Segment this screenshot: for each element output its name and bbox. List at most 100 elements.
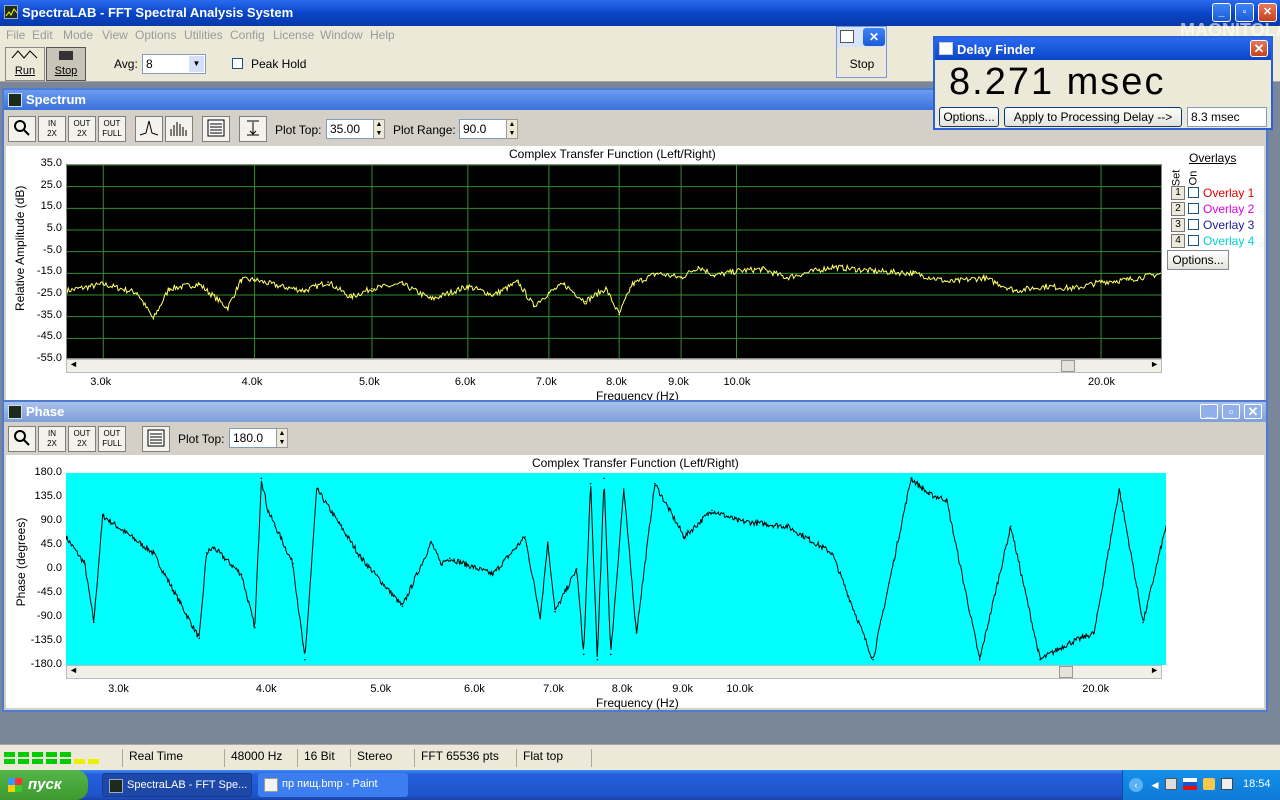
plot-top-input[interactable]: 35.00	[326, 119, 374, 139]
menu-file[interactable]: File	[6, 28, 25, 42]
app-titlebar[interactable]: SpectraLAB - FFT Spectral Analysis Syste…	[0, 0, 1280, 40]
menu-window[interactable]: Window	[320, 28, 363, 42]
bar-plot-icon[interactable]	[165, 116, 193, 142]
scroll-right-icon[interactable]: ►	[1150, 359, 1159, 369]
overlay-set-button[interactable]: 4	[1171, 234, 1185, 248]
phase-scroll-right-icon[interactable]: ►	[1150, 665, 1159, 675]
avg-select[interactable]: 8 ▼	[142, 54, 206, 74]
run-button[interactable]: Run	[5, 47, 45, 81]
data-point	[315, 488, 318, 490]
data-point	[1044, 285, 1047, 288]
x-tick-label: 3.0k	[90, 376, 112, 388]
overlay-on-checkbox[interactable]	[1188, 219, 1199, 230]
spectrum-plot[interactable]	[66, 164, 1162, 359]
zoom-out-full-icon[interactable]: OUT FULL	[98, 116, 126, 142]
data-point	[349, 296, 352, 298]
phase-scroll-thumb[interactable]	[1059, 666, 1073, 678]
spectrum-scrollbar[interactable]: ◄ ►	[66, 359, 1162, 373]
delay-finder-titlebar[interactable]: Delay Finder ✕	[935, 38, 1271, 60]
data-point	[360, 557, 363, 560]
scale-icon[interactable]	[239, 116, 267, 142]
phase-zoom-icon[interactable]	[8, 426, 36, 452]
plot-top-spinner[interactable]: ▲ ▼	[373, 119, 385, 139]
menu-edit[interactable]: Edit	[32, 28, 53, 42]
phase-plot-top-input[interactable]: 180.0	[229, 428, 277, 448]
phase-window-icon	[8, 405, 22, 419]
zoom-icon[interactable]	[8, 116, 36, 142]
security-icon[interactable]	[1203, 778, 1215, 790]
delay-finder-close-button[interactable]: ✕	[1250, 40, 1268, 57]
data-point	[872, 658, 874, 661]
phase-zoom-out-2x-icon[interactable]: OUT 2X	[68, 426, 96, 452]
menu-view[interactable]: View	[102, 28, 128, 42]
peak-hold-checkbox[interactable]	[232, 58, 243, 69]
plot-range-spinner[interactable]: ▲ ▼	[506, 119, 518, 139]
overlay-on-checkbox[interactable]	[1188, 187, 1199, 198]
data-point	[492, 573, 494, 576]
network-icon[interactable]	[1165, 778, 1177, 790]
overlay-set-button[interactable]: 2	[1171, 202, 1185, 216]
menu-config[interactable]: Config	[230, 28, 265, 42]
menu-mode[interactable]: Mode	[63, 28, 93, 42]
data-point	[609, 653, 612, 656]
data-point	[1073, 287, 1075, 290]
overlay-options-button[interactable]: Options...	[1167, 250, 1229, 270]
volume-icon[interactable]: ◄	[1149, 778, 1161, 792]
taskbar-item-paint[interactable]: пр пищ.bmp - Paint	[258, 773, 408, 797]
stop-popup-stop-button[interactable]: Stop	[843, 57, 881, 71]
tray-expand-icon[interactable]: ‹	[1129, 778, 1143, 792]
stop-button[interactable]: Stop	[46, 47, 86, 81]
overlay-set-button[interactable]: 1	[1171, 186, 1185, 200]
tray-app-icon[interactable]	[1221, 778, 1233, 790]
phase-window: Phase _ ▫ ✕ IN 2X OUT 2X OUT FULL Plot Top:…	[2, 400, 1268, 712]
start-button[interactable]: пуск	[0, 770, 88, 800]
phase-zoom-out-full-icon[interactable]: OUT FULL	[98, 426, 126, 452]
phase-scrollbar[interactable]: ◄ ►	[66, 665, 1162, 679]
data-point	[1039, 658, 1041, 661]
y-tick-label: -45.0	[36, 330, 62, 343]
phase-scroll-left-icon[interactable]: ◄	[69, 665, 78, 675]
data-point	[260, 477, 263, 480]
data-point	[1100, 281, 1102, 283]
apply-processing-delay-button[interactable]: Apply to Processing Delay -->	[1004, 107, 1182, 127]
phase-zoom-in-2x-icon[interactable]: IN 2X	[38, 426, 66, 452]
data-point	[589, 482, 592, 485]
spectrum-window-icon	[8, 93, 22, 107]
phase-table-view-icon[interactable]	[142, 426, 170, 452]
data-point	[168, 287, 170, 290]
x-tick-label: 8.0k	[606, 376, 627, 388]
stop-popup-titlebar[interactable]: ✕	[837, 27, 886, 47]
menu-help[interactable]: Help	[370, 28, 395, 42]
line-plot-icon[interactable]	[135, 116, 163, 142]
scroll-thumb[interactable]	[1061, 360, 1075, 372]
stop-popup-close-button[interactable]: ✕	[863, 28, 885, 46]
phase-plot-top-spinner[interactable]: ▲ ▼	[276, 428, 288, 448]
overlay-set-button[interactable]: 3	[1171, 218, 1185, 232]
phase-minimize-button[interactable]: _	[1200, 404, 1218, 419]
delay-finder-icon	[939, 42, 953, 55]
taskbar-item-spectralab[interactable]: SpectraLAB - FFT Spe...	[102, 773, 252, 797]
menu-utilities[interactable]: Utilities	[184, 28, 223, 42]
x-tick-label: 4.0k	[255, 683, 277, 695]
phase-titlebar[interactable]: Phase _ ▫ ✕	[4, 402, 1266, 422]
y-tick-label: -45.0	[36, 586, 62, 598]
menu-options[interactable]: Options	[135, 28, 176, 42]
menu-license[interactable]: License	[273, 28, 314, 42]
phase-maximize-button[interactable]: ▫	[1222, 404, 1240, 419]
data-point	[152, 552, 155, 554]
overlay-on-checkbox[interactable]	[1188, 235, 1199, 246]
plot-range-label: Plot Range:	[393, 123, 456, 137]
processing-delay-field[interactable]: 8.3 msec	[1187, 107, 1267, 127]
zoom-out-2x-icon[interactable]: OUT 2X	[68, 116, 96, 142]
zoom-in-2x-icon[interactable]: IN 2X	[38, 116, 66, 142]
table-view-icon[interactable]	[202, 116, 230, 142]
delay-options-button[interactable]: Options...	[939, 107, 999, 127]
overlay-on-checkbox[interactable]	[1188, 203, 1199, 214]
plot-range-input[interactable]: 90.0	[459, 119, 507, 139]
scroll-left-icon[interactable]: ◄	[69, 359, 78, 369]
chevron-down-icon: ▼	[189, 56, 204, 72]
delay-finder-window: Delay Finder ✕ 8.271 msec Options... App…	[933, 36, 1273, 130]
language-icon[interactable]	[1183, 778, 1197, 790]
phase-plot[interactable]	[66, 473, 1166, 665]
phase-close-button[interactable]: ✕	[1244, 404, 1262, 419]
